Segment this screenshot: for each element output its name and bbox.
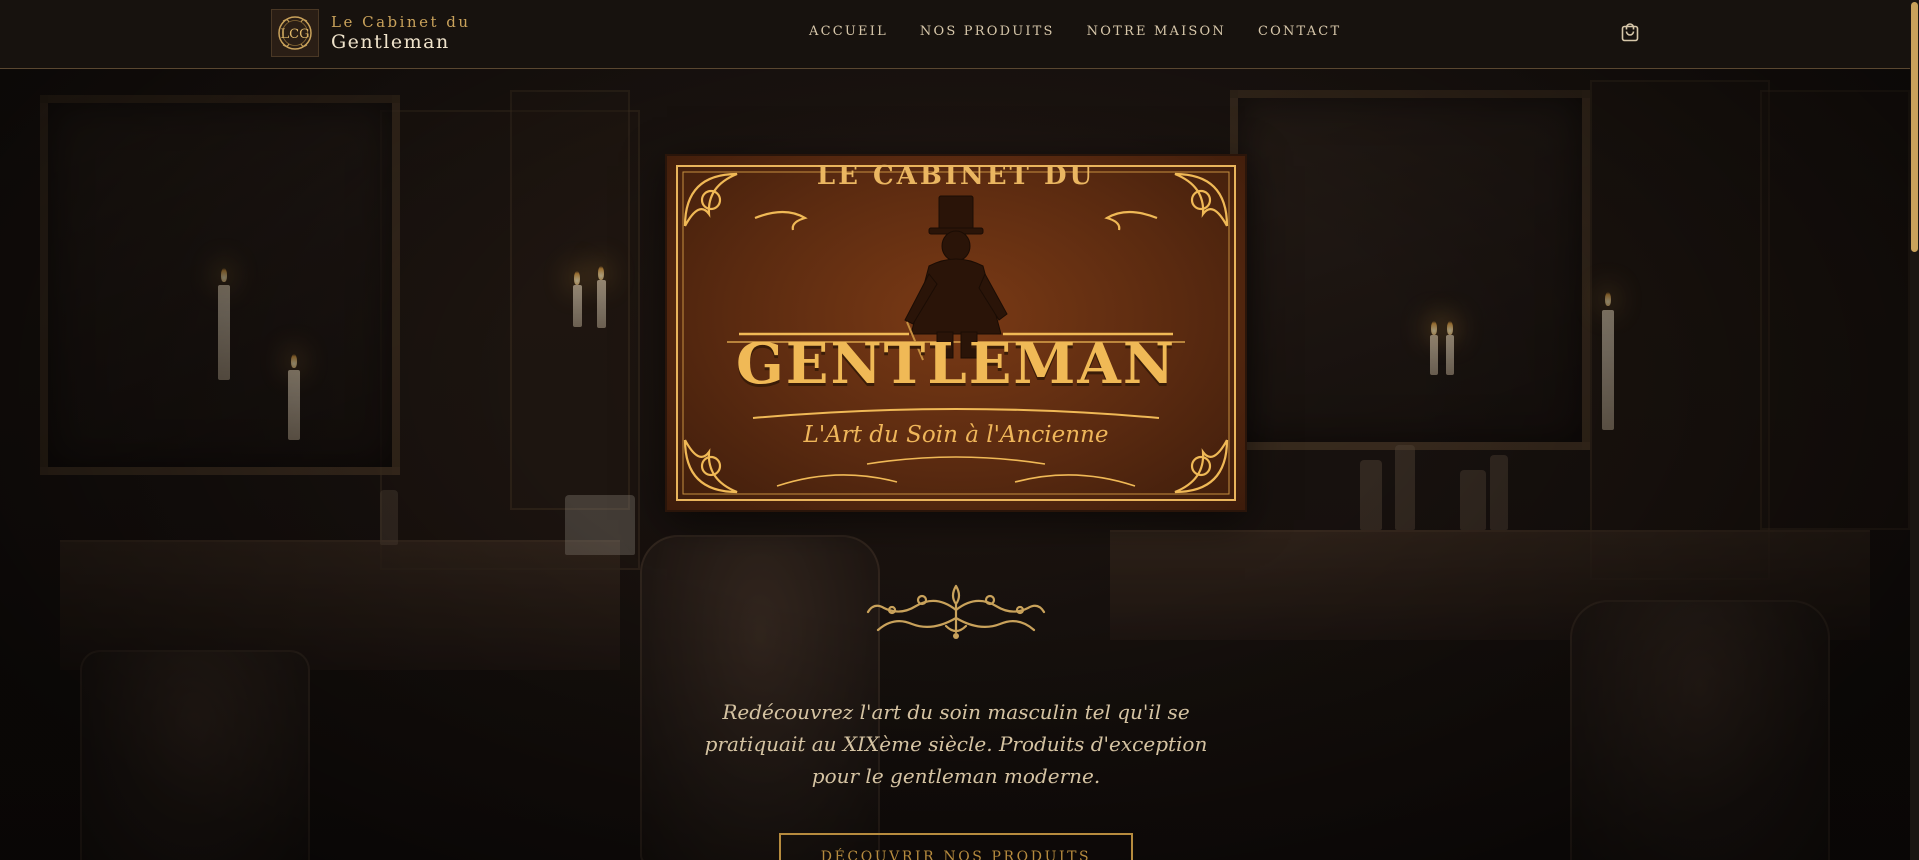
monogram-letters: LCG (281, 27, 310, 42)
discover-products-button[interactable]: DÉCOUVRIR NOS PRODUITS (779, 833, 1133, 860)
page-scrollbar[interactable] (1910, 0, 1919, 860)
sign-title-name: GENTLEMAN (735, 331, 1177, 397)
flourish-ornament-icon (866, 584, 1046, 639)
scrollbar-thumb[interactable] (1911, 2, 1918, 252)
hero-description: Redécouvrez l'art du soin masculin tel q… (704, 700, 1208, 788)
shopping-bag-icon[interactable] (1619, 21, 1641, 43)
brand-name-line2: Gentleman (331, 30, 450, 53)
brand-name-line1: Le Cabinet du (331, 12, 471, 31)
nav-link-accueil[interactable]: ACCUEIL (809, 24, 888, 39)
site-header: LCG Le Cabinet du Gentleman ACCUEIL NOS … (0, 0, 1919, 69)
sign-tagline: L'Art du Soin à l'Ancienne (803, 422, 1109, 448)
nav-link-contact[interactable]: CONTACT (1258, 24, 1341, 39)
brand-logo-link[interactable]: LCG Le Cabinet du Gentleman (271, 9, 471, 57)
monogram-lcg-icon: LCG (271, 9, 319, 57)
nav-link-nos-produits[interactable]: NOS PRODUITS (920, 24, 1055, 39)
main-nav: ACCUEIL NOS PRODUITS NOTRE MAISON CONTAC… (809, 24, 1341, 39)
hero-logo-sign: LE CABINET DU GENTLEMAN L'Art du Soin à … (667, 156, 1245, 510)
sign-title-top: LE CABINET DU (816, 161, 1096, 191)
nav-link-notre-maison[interactable]: NOTRE MAISON (1087, 24, 1226, 39)
